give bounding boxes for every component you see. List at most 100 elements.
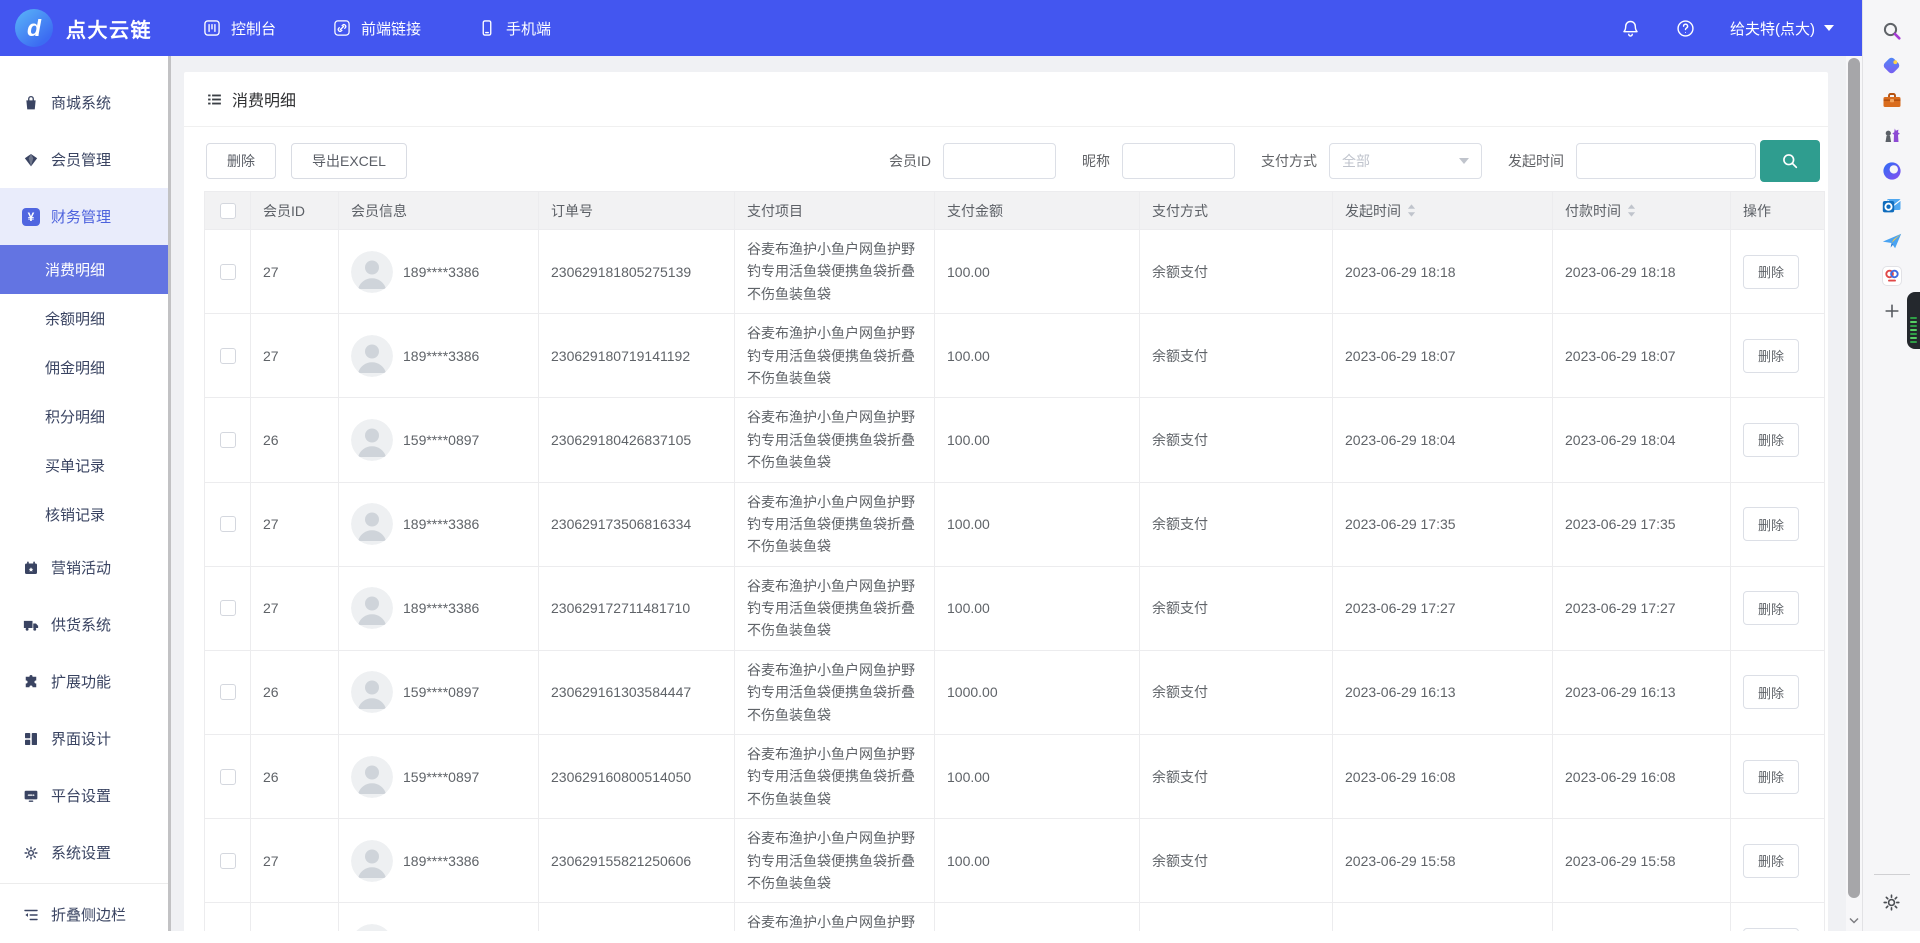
chevron-down-icon: [1459, 158, 1469, 164]
sidebar-item-14[interactable]: 系统设置: [0, 824, 168, 881]
sidebar-item-4[interactable]: 余额明细: [0, 294, 168, 343]
sidebar-item-8[interactable]: 核销记录: [0, 490, 168, 539]
row-checkbox[interactable]: [220, 516, 236, 532]
row-delete-button[interactable]: 删除: [1743, 255, 1799, 289]
pay-item-cell: 谷麦布渔护小鱼户网鱼护野钓专用活鱼袋便携鱼袋折叠不伤鱼装鱼袋: [735, 230, 935, 314]
sidebar-item-7[interactable]: 买单记录: [0, 441, 168, 490]
outlook-icon[interactable]: [1877, 191, 1907, 221]
member-id: 27: [263, 853, 279, 869]
row-delete-button[interactable]: 删除: [1743, 675, 1799, 709]
add-icon[interactable]: [1877, 296, 1907, 326]
pay-item-cell: 谷麦布渔护小鱼户网鱼护野钓专用活鱼袋便携鱼袋折叠不伤鱼装鱼袋: [735, 482, 935, 566]
sidebar-item-label: 会员管理: [51, 149, 111, 170]
help-icon[interactable]: [1675, 18, 1696, 39]
search-icon[interactable]: [1877, 16, 1907, 46]
column-header-label: 支付项目: [747, 203, 803, 219]
rings-app-icon[interactable]: [1877, 261, 1907, 291]
column-header-6[interactable]: 发起时间: [1333, 192, 1553, 230]
member-info-cell: 189****3386: [339, 819, 539, 903]
member-info-cell: 159****0897: [339, 903, 539, 931]
sidebar-item-2[interactable]: ¥财务管理: [0, 188, 168, 245]
pay-item: 谷麦布渔护小鱼户网鱼护野钓专用活鱼袋便携鱼袋折叠不伤鱼装鱼袋: [747, 746, 915, 807]
member-phone: 189****3386: [403, 264, 479, 280]
sidebar-item-3[interactable]: 消费明细: [0, 245, 168, 294]
sort-icon[interactable]: [1407, 203, 1416, 218]
topbar-right: 给夫特(点大): [1620, 18, 1862, 39]
settings-gear-icon[interactable]: [1877, 887, 1907, 917]
order-no: 230629181805275139: [551, 264, 691, 280]
member-id-cell: 27: [251, 482, 339, 566]
toolbox-icon[interactable]: [1877, 86, 1907, 116]
nav-console[interactable]: 控制台: [202, 18, 276, 39]
pay-method-select[interactable]: 全部: [1329, 143, 1482, 179]
sidebar-item-1[interactable]: 会员管理: [0, 131, 168, 188]
row-delete-button[interactable]: 删除: [1743, 339, 1799, 373]
sidebar-item-9[interactable]: 营销活动: [0, 539, 168, 596]
select-all-checkbox[interactable]: [220, 203, 236, 219]
row-delete-button[interactable]: 删除: [1743, 844, 1799, 878]
sidebar-item-13[interactable]: 平台设置: [0, 767, 168, 824]
sidebar-item-5[interactable]: 佣金明细: [0, 343, 168, 392]
nav-mobile-label: 手机端: [506, 18, 551, 39]
sidebar-item-15[interactable]: 折叠侧边栏: [0, 886, 168, 943]
order-no-cell: 230629172711481710: [539, 566, 735, 650]
export-excel-button[interactable]: 导出EXCEL: [291, 143, 407, 179]
sidebar-item-0[interactable]: 商城系统: [0, 74, 168, 131]
sort-icon[interactable]: [1627, 203, 1636, 218]
row-checkbox[interactable]: [220, 769, 236, 785]
start-time-cell: 2023-06-29 16:13: [1333, 650, 1553, 734]
scrollbar-thumb[interactable]: [1848, 58, 1860, 898]
nav-mobile[interactable]: 手机端: [477, 18, 551, 39]
select-all-header: [205, 192, 251, 230]
delete-button[interactable]: 删除: [206, 143, 276, 179]
table-row: 26159****0897230629161303584447谷麦布渔护小鱼户网…: [205, 650, 1825, 734]
row-checkbox[interactable]: [220, 853, 236, 869]
nickname-input[interactable]: [1122, 143, 1235, 179]
sidebar: 商城系统会员管理 ¥财务管理消费明细余额明细佣金明细积分明细买单记录核销记录营销活…: [0, 56, 168, 931]
row-select-cell: [205, 819, 251, 903]
row-checkbox[interactable]: [220, 264, 236, 280]
member-id-input[interactable]: [943, 143, 1056, 179]
chevron-down-icon: [1824, 25, 1834, 31]
games-icon[interactable]: [1877, 121, 1907, 151]
row-checkbox[interactable]: [220, 600, 236, 616]
search-button[interactable]: [1760, 140, 1820, 182]
edge-flyout-tab[interactable]: [1907, 292, 1920, 349]
row-delete-button[interactable]: 删除: [1743, 760, 1799, 794]
member-phone: 189****3386: [403, 853, 479, 869]
row-checkbox[interactable]: [220, 432, 236, 448]
column-header-7[interactable]: 付款时间: [1553, 192, 1731, 230]
shopping-tag-icon[interactable]: [1877, 51, 1907, 81]
row-checkbox[interactable]: [220, 348, 236, 364]
sidebar-item-6[interactable]: 积分明细: [0, 392, 168, 441]
sidebar-item-11[interactable]: 扩展功能: [0, 653, 168, 710]
row-delete-button[interactable]: 删除: [1743, 591, 1799, 625]
pay-method-cell: 余额支付: [1140, 230, 1333, 314]
pay-method: 余额支付: [1152, 432, 1208, 448]
start-time-input[interactable]: [1576, 143, 1756, 179]
paper-plane-icon[interactable]: [1877, 226, 1907, 256]
sidebar-item-12[interactable]: 界面设计: [0, 710, 168, 767]
avatar: [351, 671, 393, 713]
row-checkbox[interactable]: [220, 684, 236, 700]
pay-method-cell: 余额支付: [1140, 566, 1333, 650]
consumption-table: 会员ID会员信息订单号支付项目支付金额支付方式发起时间付款时间操作 27189*…: [204, 191, 1825, 931]
order-no: 230629155821250606: [551, 853, 691, 869]
sidebar-item-10[interactable]: 供货系统: [0, 596, 168, 653]
scrollbar-down-arrow[interactable]: [1849, 917, 1859, 924]
user-menu[interactable]: 给夫特(点大): [1730, 18, 1834, 39]
sidebar-item-label: 买单记录: [45, 455, 105, 476]
row-delete-button[interactable]: 删除: [1743, 507, 1799, 541]
sidebar-scrollbar[interactable]: [168, 56, 171, 931]
pay-method-cell: 余额支付: [1140, 903, 1333, 931]
nav-frontend-link[interactable]: 前端链接: [332, 18, 421, 39]
notification-bell-icon[interactable]: [1620, 18, 1641, 39]
microsoft-365-icon[interactable]: [1877, 156, 1907, 186]
nav-console-label: 控制台: [231, 18, 276, 39]
amount: 100.00: [947, 853, 990, 869]
row-delete-button[interactable]: 删除: [1743, 423, 1799, 457]
avatar: [351, 587, 393, 629]
pay-time-cell: 2023-06-29 18:18: [1553, 230, 1731, 314]
pay-time: 2023-06-29 16:08: [1565, 769, 1676, 785]
order-no-cell: 230629161303584447: [539, 650, 735, 734]
